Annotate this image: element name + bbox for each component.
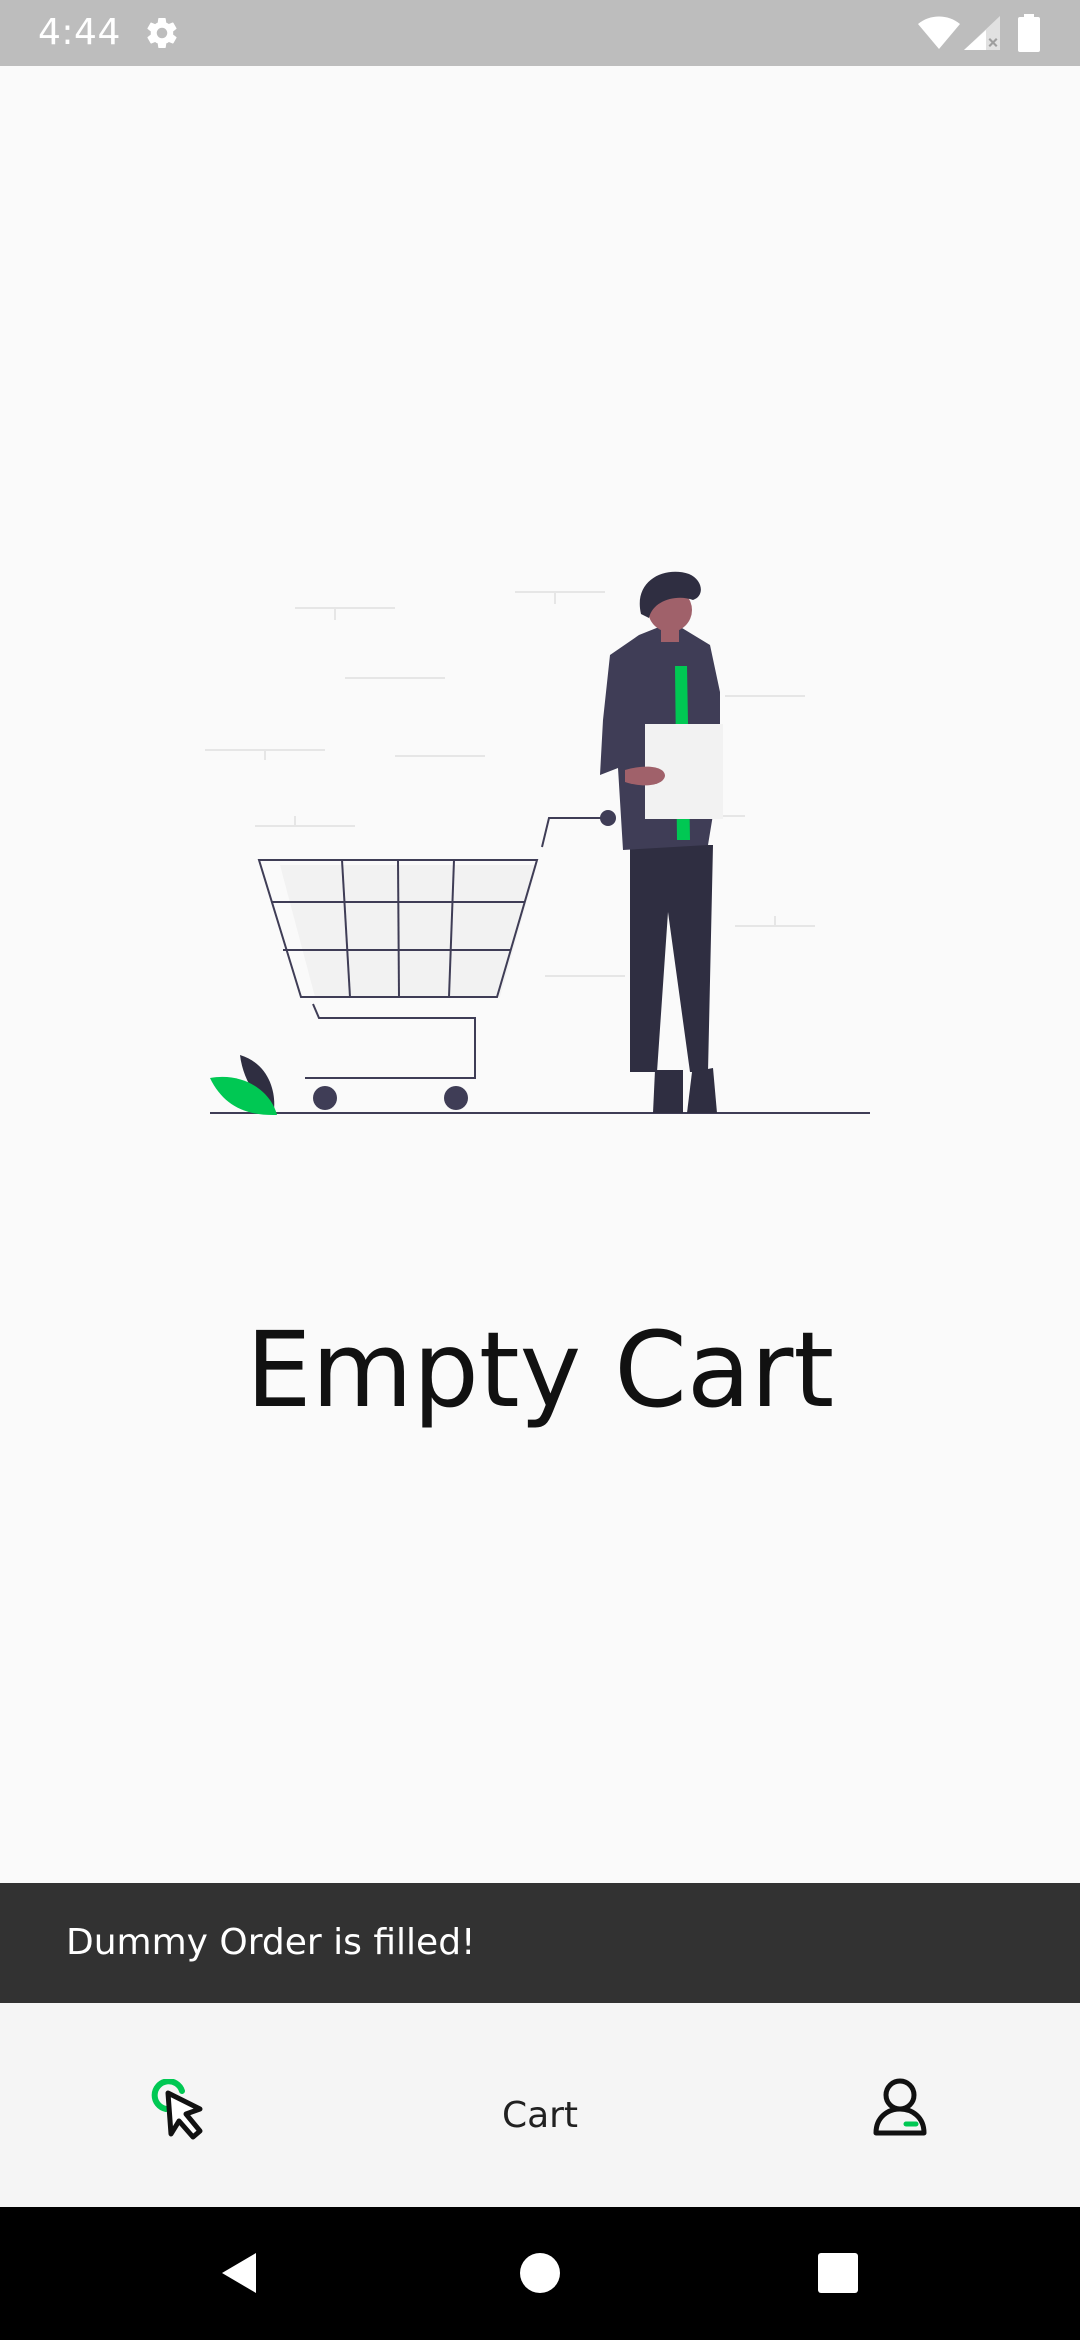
status-time: 4:44 (38, 12, 121, 53)
gear-icon (147, 18, 177, 49)
nav-item-home[interactable] (80, 2003, 280, 2207)
recents-icon (818, 2253, 858, 2293)
shopping-cart (257, 810, 616, 1110)
back-icon (222, 2253, 256, 2293)
nav-item-profile[interactable] (800, 2003, 1000, 2207)
cellular-signal-icon (964, 16, 1000, 50)
bottom-navigation: Cart (0, 2003, 1080, 2207)
wifi-icon (918, 16, 960, 49)
snackbar-message: Dummy Order is filled! (66, 1922, 476, 1963)
status-bar: 4:44 (0, 0, 1080, 66)
system-home-button[interactable] (470, 2207, 610, 2340)
nav-cart-label: Cart (501, 2095, 579, 2136)
leaf-decoration (210, 1055, 277, 1116)
battery-icon (1018, 14, 1040, 52)
nav-item-cart[interactable]: Cart (440, 2003, 640, 2207)
empty-cart-title: Empty Cart (245, 1309, 835, 1431)
system-back-button[interactable] (170, 2207, 310, 2340)
cursor-click-icon (151, 2079, 203, 2140)
user-icon (873, 2078, 927, 2136)
person-figure (600, 571, 723, 1113)
snackbar: Dummy Order is filled! (0, 1883, 1080, 2003)
system-navigation-bar (0, 2207, 1080, 2340)
home-icon (520, 2253, 560, 2293)
empty-cart-illustration (205, 571, 870, 1116)
system-recents-button[interactable] (768, 2207, 908, 2340)
